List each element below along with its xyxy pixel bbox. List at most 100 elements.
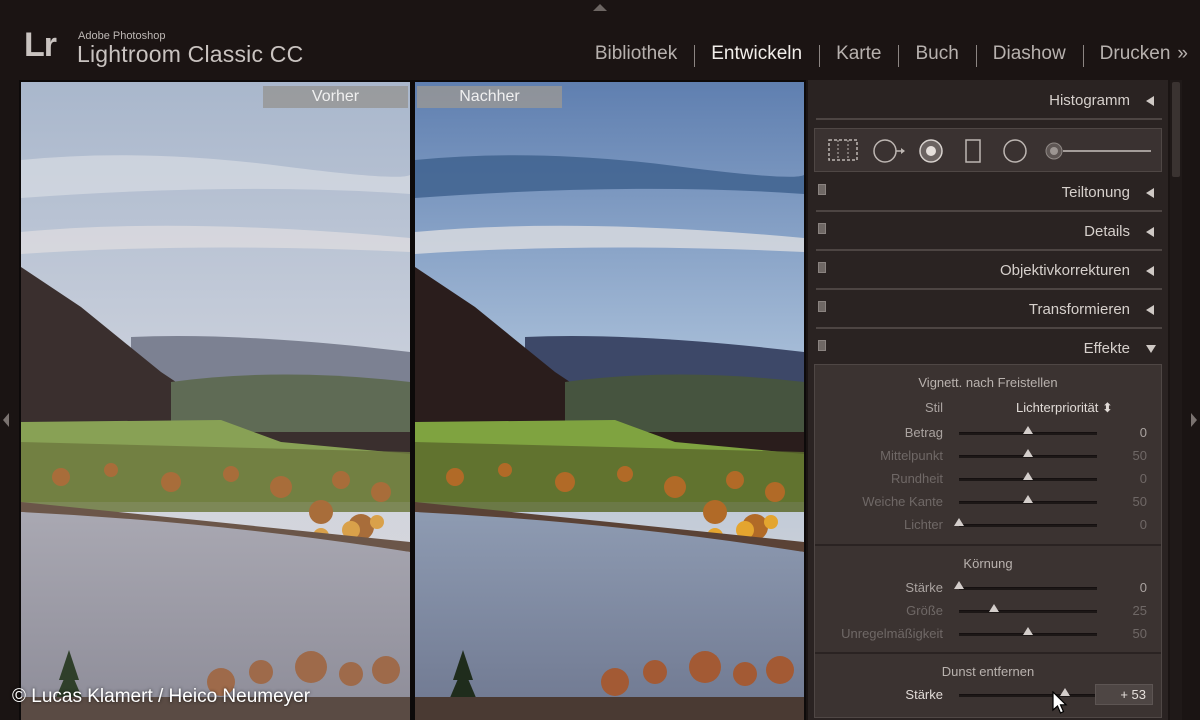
slider-label: Mittelpunkt	[880, 448, 943, 463]
slider-value[interactable]: 50	[1133, 494, 1147, 509]
expand-arrow-icon[interactable]	[1146, 345, 1156, 353]
module-map[interactable]: Karte	[819, 43, 898, 67]
details-title: Details	[1084, 223, 1130, 240]
slider-label: Weiche Kante	[862, 494, 943, 509]
slider-value[interactable]: 0	[1140, 580, 1147, 595]
style-dropdown[interactable]: Lichterpriorität ⬍	[1016, 400, 1113, 416]
crop-overlay-icon[interactable]	[827, 138, 859, 162]
slider-thumb[interactable]	[1023, 449, 1033, 457]
section-divider	[816, 210, 1162, 212]
slider-thumb[interactable]	[1023, 472, 1033, 480]
module-develop[interactable]: Entwickeln	[694, 43, 819, 67]
collapse-arrow-icon[interactable]	[1146, 188, 1154, 198]
dehaze-slider-row: Stärke + 53	[815, 684, 1161, 705]
module-print[interactable]: Drucken	[1082, 43, 1188, 67]
slider-value: + 53	[1120, 687, 1146, 702]
lightroom-logo: Lr	[24, 26, 57, 64]
slider-track[interactable]	[959, 610, 1097, 613]
collapse-arrow-icon[interactable]	[1146, 305, 1154, 315]
develop-right-panel: Histogramm Teiltonung Details Objektivko…	[808, 80, 1168, 720]
slider-thumb[interactable]	[1023, 495, 1033, 503]
style-label: Stil	[924, 400, 943, 415]
lens-corrections-title: Objektivkorrekturen	[999, 262, 1130, 279]
section-divider	[816, 249, 1162, 251]
lens-corrections-header[interactable]: Objektivkorrekturen	[814, 254, 1164, 286]
subsection-divider	[815, 652, 1161, 654]
slider-track[interactable]	[959, 694, 1097, 697]
section-divider	[816, 327, 1162, 329]
slider-label: Stärke	[905, 580, 943, 595]
panel-switch-icon[interactable]	[818, 340, 826, 351]
slider-row: Lichter 0	[815, 515, 1161, 535]
slider-row: Größe 25	[815, 601, 1161, 621]
panel-switch-icon[interactable]	[818, 301, 826, 312]
vignette-title: Vignett. nach Freistellen	[918, 375, 1058, 390]
top-panel-toggle-icon[interactable]	[593, 4, 607, 11]
slider-label: Rundheit	[890, 471, 943, 486]
collapse-arrow-icon[interactable]	[1146, 227, 1154, 237]
after-photo: Nachher	[415, 82, 804, 720]
slider-track[interactable]	[959, 524, 1097, 527]
before-photo: Vorher	[21, 82, 410, 720]
slider-row: Rundheit 0	[815, 469, 1161, 489]
right-panel-toggle-icon[interactable]	[1191, 413, 1197, 427]
radial-filter-icon[interactable]	[1001, 138, 1029, 166]
histogram-header[interactable]: Histogramm	[814, 84, 1164, 116]
slider-track[interactable]	[959, 587, 1097, 590]
effects-title: Effekte	[1083, 340, 1130, 357]
module-book[interactable]: Buch	[898, 43, 975, 67]
slider-label: Betrag	[904, 425, 943, 440]
slider-label: Lichter	[903, 517, 943, 532]
slider-thumb[interactable]	[1023, 426, 1033, 434]
slider-thumb[interactable]	[954, 581, 964, 589]
vignette-style-row: Stil Lichterpriorität ⬍	[815, 398, 1161, 418]
transform-header[interactable]: Transformieren	[814, 293, 1164, 325]
dehaze-title: Dunst entfernen	[941, 664, 1035, 679]
dehaze-value-field[interactable]: + 53	[1095, 684, 1153, 705]
spot-removal-icon[interactable]	[871, 138, 907, 164]
top-bar: Lr Adobe Photoshop Lightroom Classic CC …	[0, 0, 1200, 80]
panel-switch-icon[interactable]	[818, 184, 826, 195]
slider-label: Größe	[906, 603, 943, 618]
details-header[interactable]: Details	[814, 215, 1164, 247]
scrollbar-thumb[interactable]	[1172, 82, 1180, 177]
panel-switch-icon[interactable]	[818, 223, 826, 234]
slider-value[interactable]: 0	[1140, 471, 1147, 486]
red-eye-icon[interactable]	[917, 138, 945, 166]
before-photo-image	[21, 82, 410, 720]
slider-thumb[interactable]	[1023, 627, 1033, 635]
adjustment-brush-icon[interactable]	[1043, 138, 1153, 164]
transform-title: Transformieren	[1028, 301, 1130, 318]
module-library[interactable]: Bibliothek	[578, 43, 694, 65]
collapse-arrow-icon[interactable]	[1146, 266, 1154, 276]
module-slideshow[interactable]: Diashow	[975, 43, 1083, 67]
slider-label: Unregelmäßigkeit	[841, 626, 943, 641]
slider-row: Unregelmäßigkeit 50	[815, 624, 1161, 644]
graduated-filter-icon[interactable]	[963, 138, 983, 166]
slider-value[interactable]: 0	[1140, 425, 1147, 440]
split-toning-title: Teiltonung	[1061, 184, 1130, 201]
split-toning-header[interactable]: Teiltonung	[814, 176, 1164, 208]
left-panel-toggle-icon[interactable]	[3, 413, 9, 427]
slider-value[interactable]: 50	[1133, 448, 1147, 463]
panel-switch-icon[interactable]	[818, 262, 826, 273]
section-divider	[816, 118, 1162, 120]
mouse-pointer-icon	[1052, 691, 1068, 714]
grain-title: Körnung	[963, 556, 1013, 571]
slider-row: Weiche Kante 50	[815, 492, 1161, 512]
before-after-view: Vorher Nachher	[19, 80, 806, 720]
slider-thumb[interactable]	[988, 604, 999, 612]
after-photo-image	[415, 82, 804, 720]
brand-product: Lightroom Classic CC	[77, 41, 304, 67]
slider-thumb[interactable]	[954, 518, 964, 526]
slider-value[interactable]: 25	[1133, 603, 1147, 618]
slider-value[interactable]: 0	[1140, 517, 1147, 532]
effects-header[interactable]: Effekte	[814, 332, 1164, 364]
slider-row: Stärke 0	[815, 578, 1161, 598]
after-label: Nachher	[417, 86, 562, 108]
slider-value[interactable]: 50	[1133, 626, 1147, 641]
panel-scrollbar[interactable]	[1170, 80, 1182, 720]
histogram-title: Histogramm	[1049, 92, 1130, 109]
collapse-arrow-icon[interactable]	[1146, 96, 1154, 106]
tool-strip	[814, 128, 1162, 172]
